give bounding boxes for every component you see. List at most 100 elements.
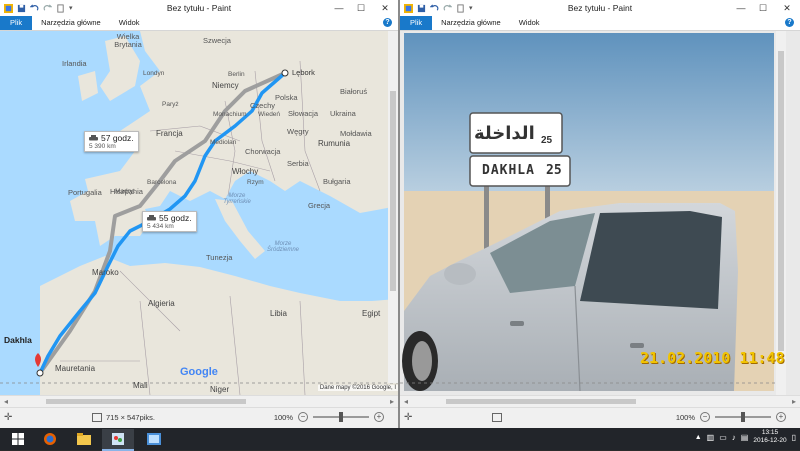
zoom-level: 100% xyxy=(675,412,695,422)
country-label: Rumunia xyxy=(318,139,351,148)
maximize-button[interactable]: ☐ xyxy=(350,0,372,16)
language-icon[interactable]: ▤ xyxy=(741,433,749,442)
photos-icon xyxy=(147,433,161,445)
car-icon xyxy=(89,134,98,140)
clock[interactable]: 13:15 2016-12-20 xyxy=(753,429,786,445)
country-label: Mauretania xyxy=(55,364,96,373)
route-info-box-a[interactable]: 57 godz. 5 390 km xyxy=(84,131,139,152)
paint-canvas-map[interactable]: Szwecja Irlandia Wielka Brytania Białoru… xyxy=(0,31,398,395)
country-label: Wielka Brytania xyxy=(114,32,142,49)
country-label: Niemcy xyxy=(212,81,239,90)
map-labels: Szwecja Irlandia Wielka Brytania Białoru… xyxy=(0,31,398,395)
country-label: Mali xyxy=(133,381,148,390)
taskbar-paint[interactable] xyxy=(102,429,134,451)
network-icon[interactable]: ▥ xyxy=(707,433,715,442)
tab-file[interactable]: Plik xyxy=(400,16,433,30)
scroll-right-icon[interactable]: ▸ xyxy=(792,397,796,406)
maximize-button[interactable]: ☐ xyxy=(752,0,774,16)
scroll-left-icon[interactable]: ◂ xyxy=(404,397,408,406)
title-bar: ▾ Bez tytułu - Paint — ☐ ✕ xyxy=(0,0,398,16)
country-label: Serbia xyxy=(287,159,309,168)
country-label: Włochy xyxy=(232,167,259,176)
zoom-in-button[interactable]: + xyxy=(776,412,786,422)
zoom-out-button[interactable]: − xyxy=(298,412,308,422)
door-handle xyxy=(630,343,644,348)
city-label: Madryt xyxy=(115,188,135,195)
sign-arabic-number: 25 xyxy=(541,135,553,146)
country-label: Mołdawia xyxy=(340,129,372,138)
start-button[interactable] xyxy=(2,429,34,449)
zoom-slider-knob[interactable] xyxy=(339,412,343,422)
horizontal-scrollbar[interactable]: ◂ ▸ xyxy=(0,395,398,407)
taskbar-photos[interactable] xyxy=(138,429,170,449)
car-icon xyxy=(147,214,156,220)
zoom-slider[interactable] xyxy=(313,412,369,422)
zoom-in-button[interactable]: + xyxy=(374,412,384,422)
photo-image xyxy=(400,31,786,395)
taskbar: ▲ ▥ ▭ ♪ ▤ 13:15 2016-12-20 ▯ xyxy=(0,428,800,451)
windows-logo-icon xyxy=(12,433,24,445)
title-bar: ▾ Bez tytułu - Paint — ☐ ✕ xyxy=(400,0,800,16)
country-label: Maroko xyxy=(92,268,119,277)
scrollbar-thumb[interactable] xyxy=(46,399,246,404)
paint-canvas-photo[interactable]: الداخلة 25 DAKHLA 25 21.02.2010 11:48 xyxy=(400,31,800,395)
tab-view[interactable]: Widok xyxy=(510,16,549,30)
route-time: 55 godz. xyxy=(159,213,192,223)
close-button[interactable]: ✕ xyxy=(774,0,800,16)
city-label: Londyn xyxy=(143,70,165,77)
tab-home[interactable]: Narzędzia główne xyxy=(432,16,510,30)
battery-icon[interactable]: ▭ xyxy=(719,433,727,442)
minimize-button[interactable]: — xyxy=(328,0,350,16)
taskbar-file-explorer[interactable] xyxy=(68,429,100,449)
route-distance: 5 390 km xyxy=(89,143,116,150)
cursor-position-icon: ✛ xyxy=(404,412,413,423)
city-label: Dakhla xyxy=(4,335,32,345)
tab-home[interactable]: Narzędzia główne xyxy=(32,16,110,30)
image-size-icon xyxy=(92,413,102,422)
photo-timestamp: 21.02.2010 11:48 xyxy=(640,349,785,367)
sea-label: Morze Tyrreńskie xyxy=(223,193,251,205)
clock-time: 13:15 xyxy=(761,429,779,436)
zoom-out-button[interactable]: − xyxy=(700,412,710,422)
route-info-box-b[interactable]: 55 godz. 5 434 km xyxy=(142,211,197,232)
country-label: Egipt xyxy=(362,309,381,318)
zoom-control: 100% − + xyxy=(274,412,384,422)
country-label: Algieria xyxy=(148,299,175,308)
scroll-left-icon[interactable]: ◂ xyxy=(4,397,8,406)
zoom-slider[interactable] xyxy=(715,412,771,422)
sign-latin-number: 25 xyxy=(546,163,562,178)
country-label: Grecja xyxy=(308,201,331,210)
help-button[interactable]: ? xyxy=(383,18,392,27)
window-controls: — ☐ ✕ xyxy=(730,0,800,16)
zoom-slider-knob[interactable] xyxy=(741,412,745,422)
window-controls: — ☐ ✕ xyxy=(328,0,398,16)
volume-icon[interactable]: ♪ xyxy=(732,433,736,442)
door-handle xyxy=(510,321,524,326)
folder-icon xyxy=(77,433,91,445)
minimize-button[interactable]: — xyxy=(730,0,752,16)
scrollbar-thumb[interactable] xyxy=(390,91,396,291)
notifications-icon[interactable]: ▯ xyxy=(792,433,796,442)
scrollbar-thumb[interactable] xyxy=(446,399,636,404)
help-button[interactable]: ? xyxy=(785,18,794,27)
sign-latin-text: DAKHLA xyxy=(482,163,535,178)
ribbon-tabs: Plik Narzędzia główne Widok ? xyxy=(400,16,800,31)
vertical-scrollbar[interactable] xyxy=(388,31,398,383)
city-label: Berlin xyxy=(228,71,245,78)
country-label: Ukraina xyxy=(330,109,356,118)
zoom-level: 100% xyxy=(273,412,293,422)
taskbar-firefox[interactable] xyxy=(34,429,66,449)
tray-arrow-icon[interactable]: ▲ xyxy=(695,434,702,441)
city-label: Paryż xyxy=(162,101,179,108)
country-label: Słowacja xyxy=(288,109,319,118)
car-rear-window xyxy=(580,211,722,309)
city-label: Wiedeń xyxy=(258,111,281,118)
tab-view[interactable]: Widok xyxy=(110,16,149,30)
country-label: Czechy xyxy=(250,101,276,110)
close-button[interactable]: ✕ xyxy=(372,0,398,16)
paint-window-right: ▾ Bez tytułu - Paint — ☐ ✕ Plik Narzędzi… xyxy=(400,0,800,428)
tab-file[interactable]: Plik xyxy=(0,16,33,30)
scroll-right-icon[interactable]: ▸ xyxy=(390,397,394,406)
image-size-text: 715 × 547piks. xyxy=(106,413,155,422)
horizontal-scrollbar[interactable]: ◂ ▸ xyxy=(400,395,800,407)
